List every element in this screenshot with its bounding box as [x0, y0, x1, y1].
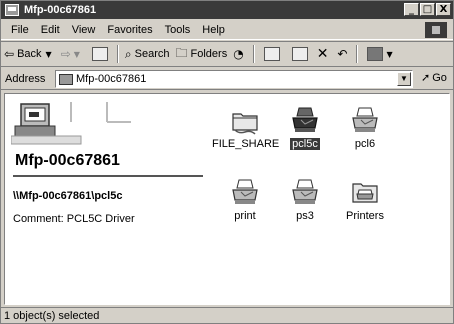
share-path-name: pcl5c: [94, 190, 123, 202]
menu-edit[interactable]: Edit: [35, 24, 66, 36]
forward-button[interactable]: ⇨ ▼: [58, 43, 86, 65]
status-bar: 1 object(s) selected: [1, 307, 453, 324]
item-label: ps3: [296, 210, 314, 222]
back-label: Back: [17, 48, 42, 60]
toolbar-separator: [116, 45, 119, 63]
search-label: Search: [134, 48, 170, 60]
item-printers[interactable]: Printers: [330, 176, 400, 222]
window-controls: _ □ X: [404, 3, 451, 16]
menu-help[interactable]: Help: [196, 24, 231, 36]
printer-icon: [232, 179, 258, 204]
share-path: \\Mfp-00c67861\pcl5c: [13, 190, 122, 202]
printers-folder-icon: [352, 183, 378, 203]
history-button[interactable]: ◔: [230, 43, 249, 65]
history-icon: ◔: [233, 47, 244, 61]
folder-heading: Mfp-00c67861: [15, 152, 120, 169]
windows-logo-icon: [425, 22, 447, 38]
folders-button[interactable]: 🗀 Folders: [173, 43, 231, 65]
chevron-down-icon: ▼: [73, 49, 80, 59]
status-text: 1 object(s) selected: [4, 310, 100, 322]
back-button[interactable]: ⇦ Back ▼: [1, 43, 58, 65]
menu-tools[interactable]: Tools: [159, 24, 197, 36]
item-label: pcl6: [354, 138, 376, 150]
item-label: print: [234, 210, 256, 222]
address-input[interactable]: Mfp-00c67861 ▼: [55, 70, 413, 88]
move-to-button[interactable]: [258, 43, 286, 65]
web-view-pane: Mfp-00c67861 \\Mfp-00c67861\pcl5c Commen…: [5, 94, 210, 304]
computer-banner-icon: [11, 102, 131, 145]
folder-view[interactable]: Mfp-00c67861 \\Mfp-00c67861\pcl5c Commen…: [4, 93, 450, 305]
copy-to-icon: [291, 47, 308, 61]
menu-bar: File Edit View Favorites Tools Help: [1, 20, 453, 40]
address-value: Mfp-00c67861: [76, 73, 147, 85]
printer-icon: [352, 107, 378, 132]
share-comment: Comment: PCL5C Driver: [13, 213, 135, 225]
chevron-down-icon: ▼: [386, 49, 393, 59]
printer-icon: [292, 179, 318, 204]
search-button[interactable]: ⌕ Search: [122, 43, 173, 65]
computer-icon: [5, 4, 19, 16]
close-button[interactable]: X: [436, 3, 451, 16]
address-label: Address: [5, 72, 46, 85]
share-path-prefix: \\Mfp-00c67861\: [13, 190, 95, 202]
standard-toolbar: ⇦ Back ▼ ⇨ ▼ ⌕ Search 🗀 Folders ◔ ✕ ↶ ▼: [1, 41, 453, 67]
address-bar: Address Mfp-00c67861 ▼ ➚ Go: [1, 68, 453, 90]
heading-divider: [13, 175, 203, 177]
computer-icon: [59, 73, 73, 85]
chevron-down-icon: ▼: [45, 49, 52, 59]
search-icon: ⌕: [124, 46, 132, 61]
printer-icon: [292, 107, 318, 132]
views-button[interactable]: ▼: [361, 43, 398, 65]
maximize-button[interactable]: □: [420, 3, 435, 16]
go-label: Go: [432, 71, 447, 84]
toolbar-separator: [252, 45, 255, 63]
views-icon: [367, 47, 384, 61]
move-to-icon: [263, 47, 280, 61]
undo-button[interactable]: ↶: [334, 43, 353, 65]
forward-arrow-icon: ⇨: [60, 47, 71, 61]
delete-button[interactable]: ✕: [314, 43, 335, 65]
menu-file[interactable]: File: [5, 24, 35, 36]
shared-folder-icon: [232, 113, 258, 135]
delete-icon: ✕: [316, 46, 329, 62]
go-arrow-icon: ➚: [421, 71, 431, 84]
copy-to-button[interactable]: [286, 43, 314, 65]
explorer-window: Mfp-00c67861 _ □ X File Edit View Favori…: [0, 0, 454, 324]
go-button[interactable]: ➚ Go: [421, 71, 447, 84]
back-arrow-icon: ⇦: [4, 47, 15, 61]
item-label: Printers: [346, 210, 384, 222]
folders-icon: 🗀: [175, 45, 188, 60]
items-grid: FILE_SHARE pcl5c pcl6 print ps3 Printers: [210, 94, 449, 304]
address-dropdown-button[interactable]: ▼: [397, 72, 411, 86]
up-folder-button[interactable]: [86, 43, 114, 65]
item-pcl6[interactable]: pcl6: [330, 104, 400, 150]
title-bar[interactable]: Mfp-00c67861 _ □ X: [1, 1, 453, 19]
minimize-button[interactable]: _: [404, 3, 419, 16]
toolbar-separator: [356, 45, 359, 63]
item-label: pcl5c: [290, 138, 320, 150]
window-title: Mfp-00c67861: [24, 4, 97, 16]
folders-label: Folders: [190, 48, 228, 60]
menu-favorites[interactable]: Favorites: [101, 24, 158, 36]
undo-icon: ↶: [337, 47, 348, 61]
menu-view[interactable]: View: [66, 24, 102, 36]
up-folder-icon: [91, 47, 108, 61]
